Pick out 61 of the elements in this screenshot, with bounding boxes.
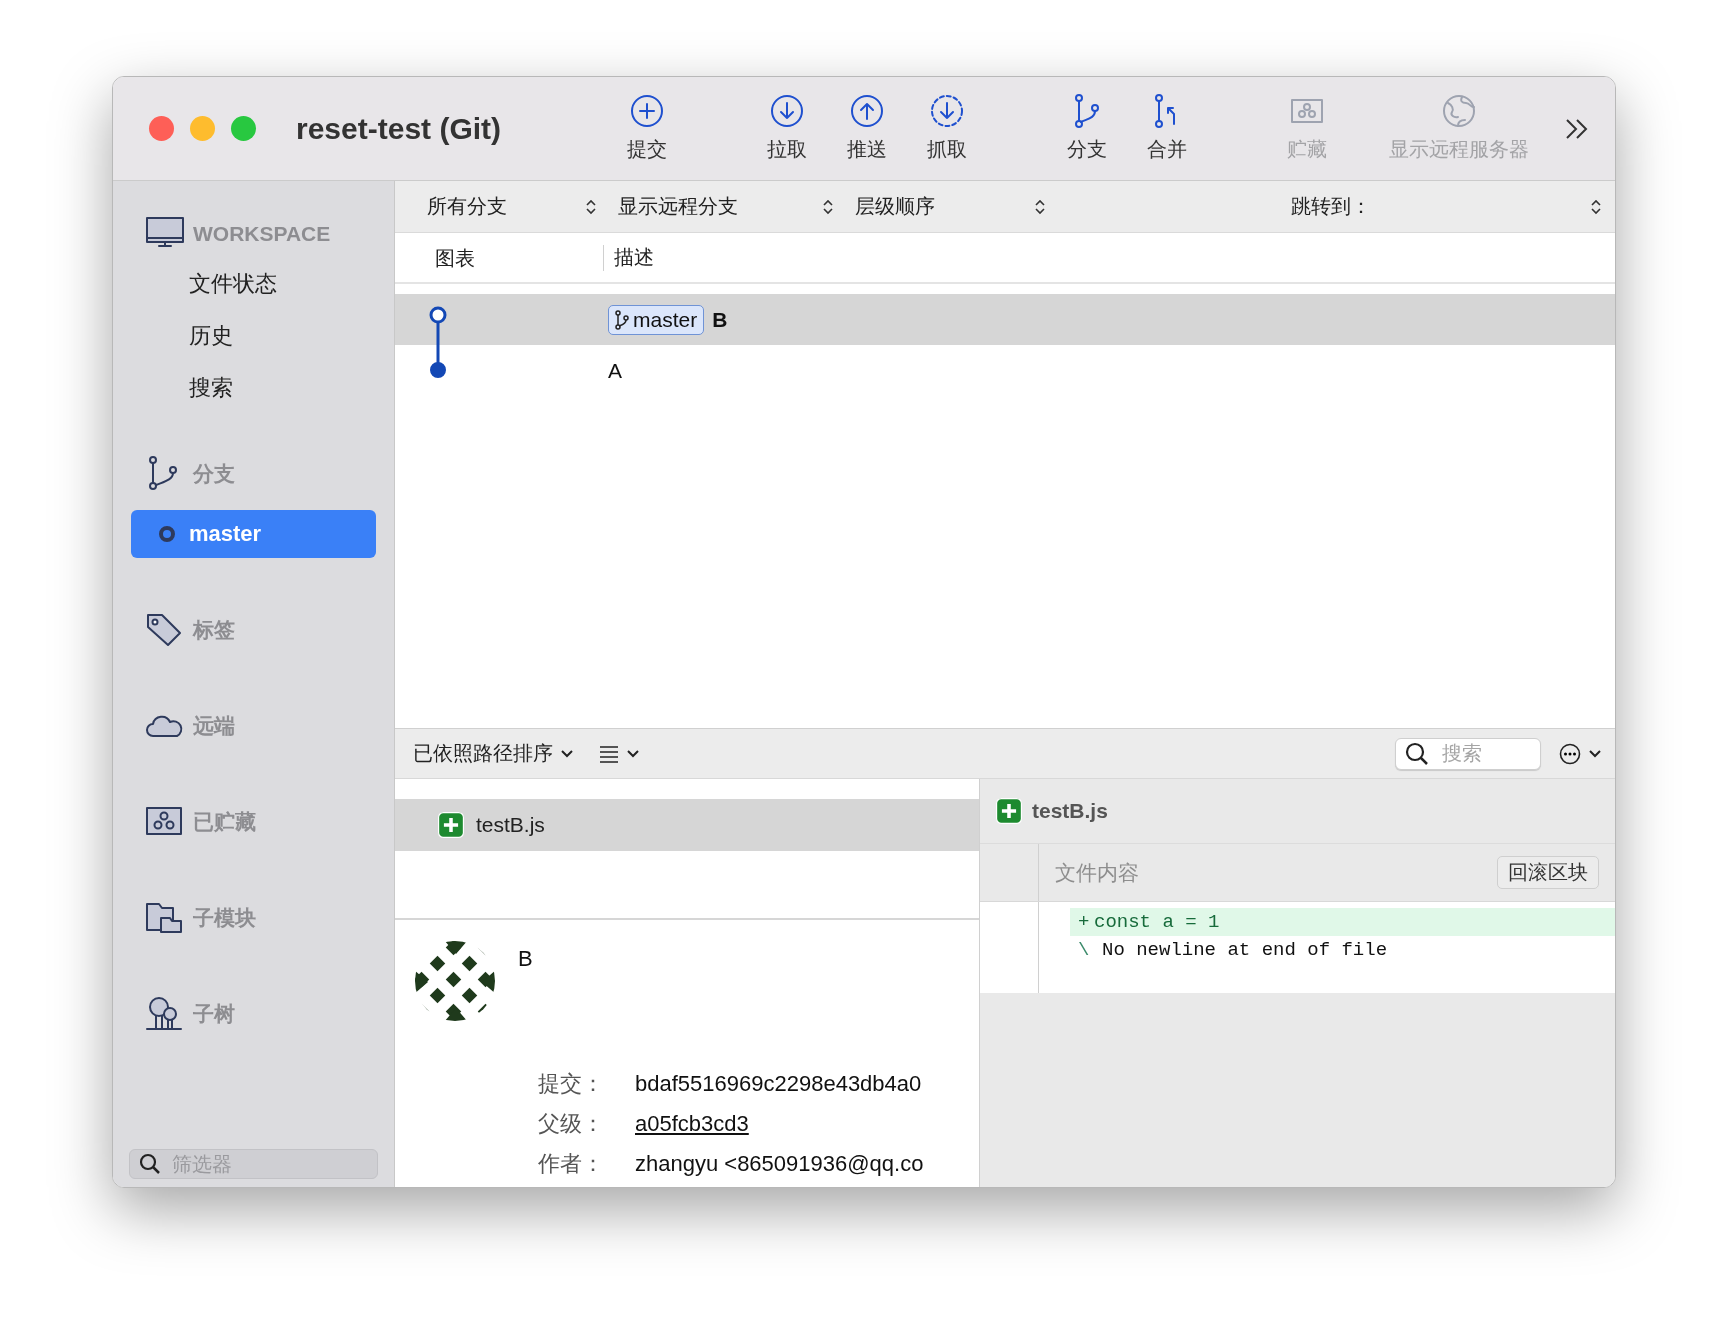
chevron-down-icon — [561, 749, 573, 758]
filter-dropdown[interactable]: 所有分支 — [427, 193, 618, 220]
branch-toolbar-button[interactable]: 分支 — [1047, 94, 1127, 163]
folders-icon — [145, 900, 185, 936]
hunk-header: 文件内容 — [1054, 859, 1139, 886]
globe-icon — [1442, 94, 1476, 128]
plus-circle-icon — [630, 94, 664, 128]
column-header[interactable]: 描述 — [604, 244, 654, 271]
branch-icon — [615, 309, 629, 330]
commit-message: B — [518, 945, 533, 973]
sidebar-item[interactable]: 搜索 — [113, 362, 394, 414]
jump-to-dropdown[interactable]: 跳转到： — [1291, 193, 1615, 220]
sidebar-item-label: master — [189, 521, 262, 547]
filter-dropdown[interactable]: 显示远程分支 — [618, 193, 855, 220]
fetch-toolbar-button[interactable]: 抓取 — [907, 94, 987, 163]
chevron-down-icon — [627, 749, 639, 758]
commit-row[interactable]: A — [395, 345, 1615, 396]
up-down-chevron-icon — [1035, 198, 1045, 215]
up-down-chevron-icon — [586, 198, 596, 215]
commit-message: B — [712, 307, 728, 332]
search-icon — [1405, 741, 1429, 766]
added-file-icon — [996, 798, 1022, 824]
push-toolbar-button[interactable]: 推送 — [827, 94, 907, 163]
field-value: bdaf5516969c2298e43db4a0 — [635, 1071, 922, 1097]
file-name: testB.js — [476, 813, 545, 837]
chevron-down-icon — [1589, 749, 1601, 758]
merge-toolbar-button[interactable]: 合并 — [1127, 94, 1207, 163]
window-title: reset-test (Git) — [296, 111, 503, 146]
up-down-chevron-icon — [1591, 198, 1601, 215]
parent-commit-link[interactable]: a05fcb3cd3 — [635, 1111, 749, 1137]
commit-row[interactable]: master B — [395, 294, 1615, 345]
ellipsis-circle-icon — [1559, 742, 1581, 765]
field-label: 提交： — [538, 1070, 605, 1098]
field-value: zhangyu <865091936@qq.co — [635, 1151, 924, 1177]
discard-hunk-button[interactable]: 回滚区块 — [1497, 856, 1599, 889]
sort-dropdown[interactable]: 已依照路径排序 — [413, 740, 573, 767]
diff-line: \ No newline at end of file — [1077, 938, 1389, 963]
added-file-icon — [438, 812, 464, 838]
commit-toolbar-button[interactable]: 提交 — [607, 94, 687, 163]
list-view-button[interactable] — [599, 744, 639, 763]
search-field[interactable]: 搜索 — [1395, 737, 1541, 770]
file-row[interactable]: testB.js — [395, 799, 979, 851]
sidebar-item[interactable]: master — [131, 510, 376, 558]
pull-toolbar-button[interactable]: 拉取 — [747, 94, 827, 163]
field-label: 作者： — [538, 1150, 605, 1178]
commit-message: A — [608, 358, 622, 383]
up-arrow-circle-icon — [850, 94, 884, 128]
down-arrow-circle-icon — [770, 94, 804, 128]
current-branch-icon — [159, 526, 175, 542]
sidebar-item[interactable]: 文件状态 — [113, 258, 394, 310]
branch-badge[interactable]: master — [608, 304, 705, 335]
list-icon — [599, 744, 619, 763]
more-options-button[interactable] — [1559, 742, 1601, 765]
diff-file-name: testB.js — [1032, 799, 1108, 823]
field-label: 父级： — [538, 1110, 605, 1138]
column-header[interactable]: 图表 — [395, 244, 604, 271]
filter-dropdown[interactable]: 层级顺序 — [855, 193, 1067, 220]
sidebar-item[interactable]: 历史 — [113, 310, 394, 362]
up-down-chevron-icon — [823, 198, 833, 215]
trees-icon — [145, 996, 185, 1032]
search-icon — [139, 1153, 161, 1175]
